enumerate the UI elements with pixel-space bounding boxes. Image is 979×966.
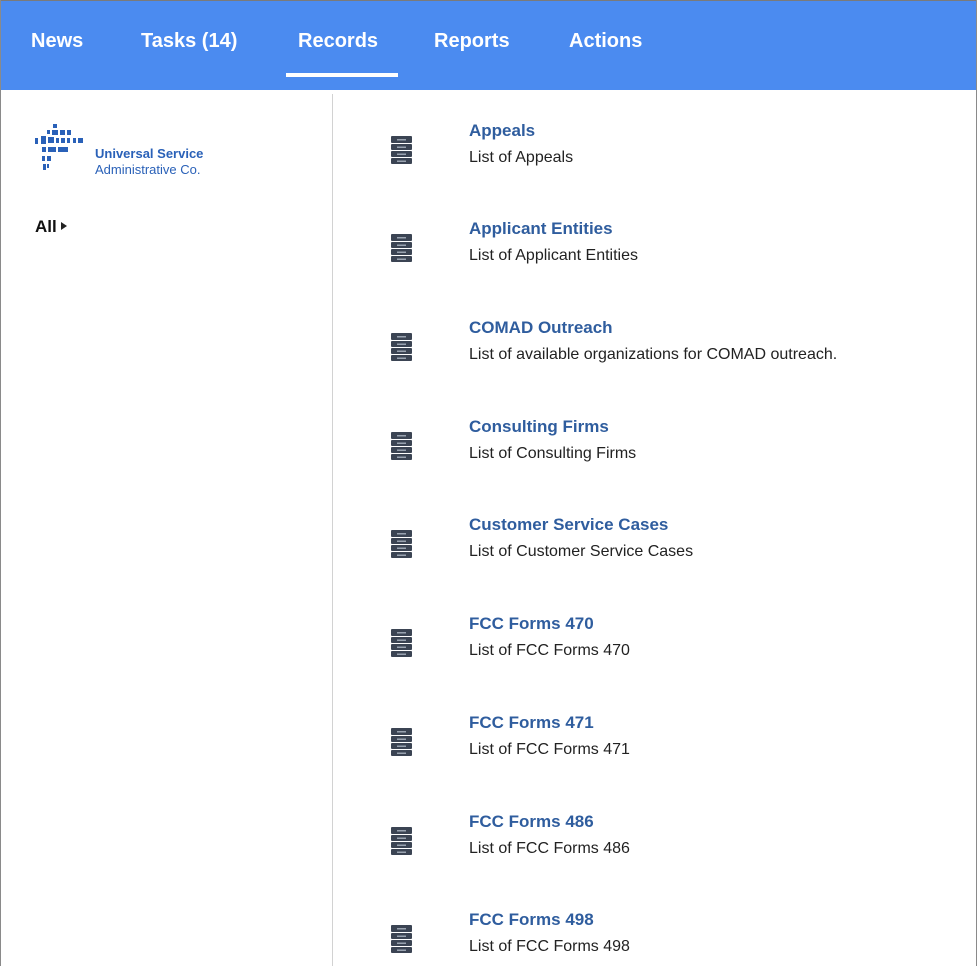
records-cabinet-icon [391,629,412,657]
record-item-consulting-firms: Consulting Firms List of Consulting Firm… [334,416,974,486]
caret-right-icon [60,221,67,230]
tab-tasks[interactable]: Tasks (14) [141,29,237,53]
record-description: List of Appeals [469,149,574,166]
record-title-fcc-forms-498[interactable]: FCC Forms 498 [469,909,594,931]
tab-actions[interactable]: Actions [569,29,642,53]
all-filter-label: All [35,217,57,236]
records-cabinet-icon [391,136,412,164]
record-description: List of FCC Forms 498 [469,938,630,955]
record-description: List of Consulting Firms [469,445,637,462]
records-cabinet-icon [391,333,412,361]
records-cabinet-icon [391,530,412,558]
records-cabinet-icon [391,432,412,460]
record-description: List of FCC Forms 486 [469,840,630,857]
record-description: List of FCC Forms 470 [469,642,630,659]
record-description: List of Customer Service Cases [469,543,694,560]
records-cabinet-icon [391,925,412,953]
record-item-fcc-forms-486: FCC Forms 486 List of FCC Forms 486 [334,811,974,881]
record-item-comad-outreach: COMAD Outreach List of available organiz… [334,317,974,387]
tab-news[interactable]: News [31,29,83,53]
record-title-applicant-entities[interactable]: Applicant Entities [469,218,613,240]
record-item-applicant-entities: Applicant Entities List of Applicant Ent… [334,218,974,288]
record-item-fcc-forms-471: FCC Forms 471 List of FCC Forms 471 [334,712,974,782]
record-item-fcc-forms-498: FCC Forms 498 List of FCC Forms 498 [334,909,974,966]
top-navigation-bar: News Tasks (14) Records Reports Actions [1,0,976,90]
record-title-fcc-forms-486[interactable]: FCC Forms 486 [469,811,594,833]
record-description: List of available organizations for COMA… [469,346,838,363]
all-filter-toggle[interactable]: All [35,217,67,237]
record-title-customer-service-cases[interactable]: Customer Service Cases [469,514,668,536]
record-description: List of Applicant Entities [469,247,638,264]
record-title-fcc-forms-471[interactable]: FCC Forms 471 [469,712,594,734]
tab-reports[interactable]: Reports [434,29,510,53]
records-cabinet-icon [391,728,412,756]
record-title-comad-outreach[interactable]: COMAD Outreach [469,317,613,339]
record-item-appeals: Appeals List of Appeals [334,120,974,190]
records-list: Appeals List of Appeals Applicant Entiti… [334,94,976,966]
tab-records[interactable]: Records [298,29,378,53]
usac-logo-text: Universal Service Administrative Co. [95,146,203,178]
logo-line-1: Universal Service [95,146,204,161]
logo-line-2: Administrative Co. [95,162,201,177]
record-item-fcc-forms-470: FCC Forms 470 List of FCC Forms 470 [334,613,974,683]
record-item-customer-service-cases: Customer Service Cases List of Customer … [334,514,974,584]
usac-logo-mark-icon [35,124,83,170]
sidebar: Universal Service Administrative Co. All [1,94,333,966]
record-description: List of FCC Forms 471 [469,741,630,758]
record-title-fcc-forms-470[interactable]: FCC Forms 470 [469,613,594,635]
record-title-appeals[interactable]: Appeals [469,120,535,142]
usac-logo: Universal Service Administrative Co. [33,120,243,180]
records-cabinet-icon [391,234,412,262]
active-tab-indicator [286,73,398,77]
app-window: News Tasks (14) Records Reports Actions [0,0,977,966]
record-title-consulting-firms[interactable]: Consulting Firms [469,416,609,438]
records-cabinet-icon [391,827,412,855]
